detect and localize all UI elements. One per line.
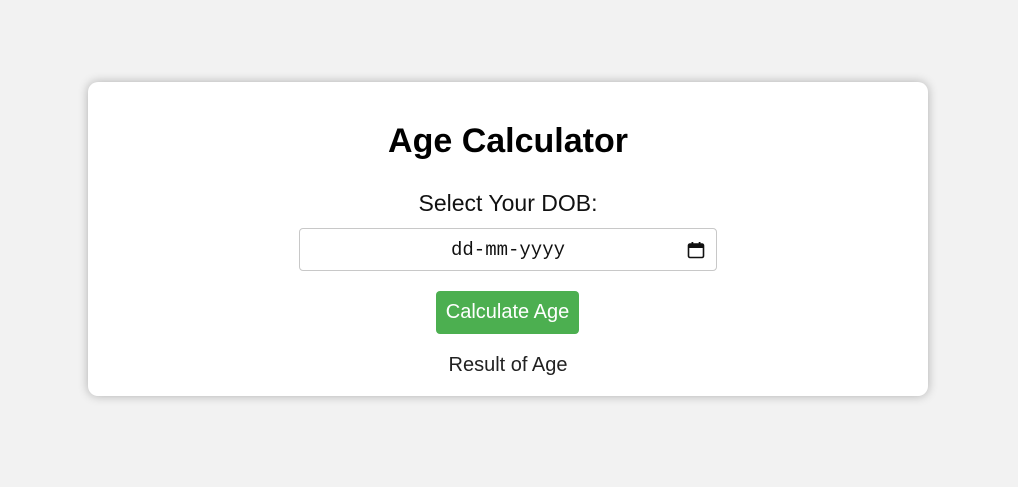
- result-text: Result of Age: [448, 354, 568, 376]
- page-title: Age Calculator: [388, 122, 628, 160]
- date-placeholder-text: dd-mm-yyyy: [450, 239, 566, 261]
- calculator-card: Age Calculator Select Your DOB: dd-mm-yy…: [88, 82, 928, 396]
- calendar-icon[interactable]: [687, 241, 705, 259]
- calculate-age-button[interactable]: Calculate Age: [436, 291, 579, 334]
- dob-label: Select Your DOB:: [418, 190, 598, 216]
- dob-date-input[interactable]: dd-mm-yyyy: [299, 228, 717, 271]
